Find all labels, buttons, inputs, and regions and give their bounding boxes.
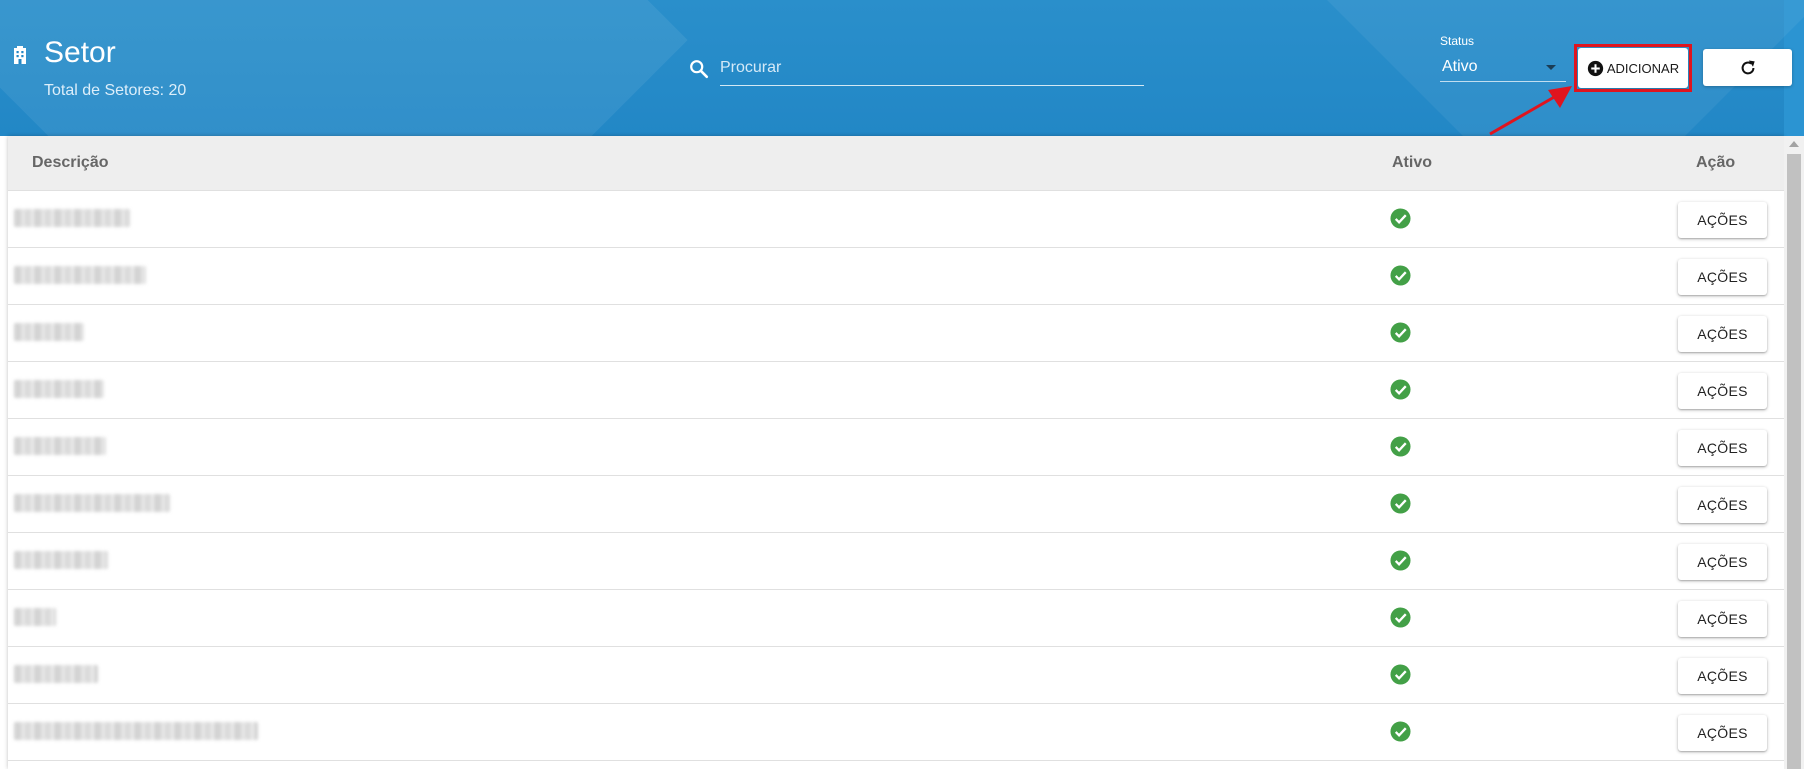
status-select[interactable]: Ativo <box>1440 52 1566 82</box>
table-header: Descrição Ativo Ação <box>8 136 1784 191</box>
acoes-button[interactable]: AÇÕES <box>1678 544 1767 580</box>
page-title: Setor <box>44 36 116 69</box>
table-row: xxxxxxxxxxxxxx AÇÕES <box>8 191 1784 248</box>
description-cell: xxxxxxxxxxxxxxxxxxx <box>14 476 414 532</box>
refresh-icon <box>1741 60 1755 74</box>
chevron-down-icon <box>1546 65 1556 70</box>
scroll-up-arrow-icon[interactable] <box>1789 141 1799 147</box>
search-bar <box>688 50 1144 88</box>
acoes-button[interactable]: AÇÕES <box>1678 430 1767 466</box>
status-label: Status <box>1440 34 1475 48</box>
description-cell: xxxxxxxxxx <box>14 647 414 703</box>
table-body: xxxxxxxxxxxxxx AÇÕES xxxxxxxxxxxxxxxx AÇ… <box>8 191 1784 761</box>
add-button[interactable]: ADICIONAR <box>1578 48 1688 88</box>
acoes-button[interactable]: AÇÕES <box>1678 316 1767 352</box>
search-input[interactable] <box>720 50 1144 86</box>
acoes-button[interactable]: AÇÕES <box>1678 715 1767 751</box>
refresh-button[interactable] <box>1703 49 1792 86</box>
description-text: xxxxxxxxxxxxxxxx <box>14 266 146 284</box>
description-cell: xxxxxxxxxxx <box>14 419 414 475</box>
check-circle-icon <box>1390 664 1411 685</box>
scrollbar[interactable] <box>1784 136 1804 769</box>
description-cell: xxxxxxxxxxxxxx <box>14 191 414 247</box>
description-text: xxxxx <box>14 608 56 626</box>
description-cell: xxxxxxxxxx <box>14 362 414 418</box>
description-text: xxxxxxxxxx <box>14 380 104 398</box>
check-circle-icon <box>1390 379 1411 400</box>
table-row: xxxxx AÇÕES <box>8 590 1784 647</box>
scrollbar-thumb[interactable] <box>1787 154 1801 769</box>
description-text: xxxxxxxxxxx <box>14 437 106 455</box>
check-circle-icon <box>1390 493 1411 514</box>
description-cell: xxxxxxxx <box>14 305 414 361</box>
acoes-button[interactable]: AÇÕES <box>1678 487 1767 523</box>
description-text: xxxxxxxxxxxxxxxxxxx <box>14 494 170 512</box>
check-circle-icon <box>1390 607 1411 628</box>
description-cell: xxxxxxxxxxxxxxxx <box>14 248 414 304</box>
check-circle-icon <box>1390 550 1411 571</box>
column-header-ativo[interactable]: Ativo <box>1392 154 1432 172</box>
check-circle-icon <box>1390 436 1411 457</box>
search-icon <box>690 60 709 79</box>
building-icon <box>14 46 26 64</box>
table-row: xxxxxxxxxxxxxxxxxxxxxxxxxxxxxx AÇÕES <box>8 704 1784 761</box>
description-cell: xxxxxxxxxxx <box>14 533 414 589</box>
description-text: xxxxxxxxxxx <box>14 551 108 569</box>
plus-circle-icon <box>1587 60 1604 76</box>
annotation-arrow <box>1489 86 1572 136</box>
description-cell: xxxxxxxxxxxxxxxxxxxxxxxxxxxxxx <box>14 704 414 760</box>
check-circle-icon <box>1390 322 1411 343</box>
data-table: Descrição Ativo Ação xxxxxxxxxxxxxx AÇÕE… <box>8 136 1784 769</box>
description-text: xxxxxxxxxx <box>14 665 98 683</box>
table-row: xxxxxxxxxxxxxxxxxxx AÇÕES <box>8 476 1784 533</box>
acoes-button[interactable]: AÇÕES <box>1678 373 1767 409</box>
status-selected-value: Ativo <box>1442 58 1478 75</box>
table-row: xxxxxxxxxxx AÇÕES <box>8 419 1784 476</box>
check-circle-icon <box>1390 208 1411 229</box>
description-text: xxxxxxxxxxxxxx <box>14 209 130 227</box>
status-filter: Status Ativo <box>1440 32 1566 84</box>
table-row: xxxxxxxxxx AÇÕES <box>8 647 1784 704</box>
page-subtitle: Total de Setores: 20 <box>44 82 187 99</box>
table-row: xxxxxxxxxx AÇÕES <box>8 362 1784 419</box>
acoes-button[interactable]: AÇÕES <box>1678 601 1767 637</box>
page: Setor Total de Setores: 20 Status Ativo … <box>0 0 1804 769</box>
description-text: xxxxxxxx <box>14 323 84 341</box>
table-row: xxxxxxxxxxx AÇÕES <box>8 533 1784 590</box>
acoes-button[interactable]: AÇÕES <box>1678 658 1767 694</box>
column-header-descricao[interactable]: Descrição <box>32 154 109 172</box>
description-text: xxxxxxxxxxxxxxxxxxxxxxxxxxxxxx <box>14 722 258 740</box>
table-row: xxxxxxxx AÇÕES <box>8 305 1784 362</box>
column-header-acao: Ação <box>1696 154 1736 171</box>
check-circle-icon <box>1390 265 1411 286</box>
check-circle-icon <box>1390 721 1411 742</box>
acoes-button[interactable]: AÇÕES <box>1678 202 1767 238</box>
description-cell: xxxxx <box>14 590 414 646</box>
table-row: xxxxxxxxxxxxxxxx AÇÕES <box>8 248 1784 305</box>
add-button-label: ADICIONAR <box>1606 60 1680 76</box>
acoes-button[interactable]: AÇÕES <box>1678 259 1767 295</box>
